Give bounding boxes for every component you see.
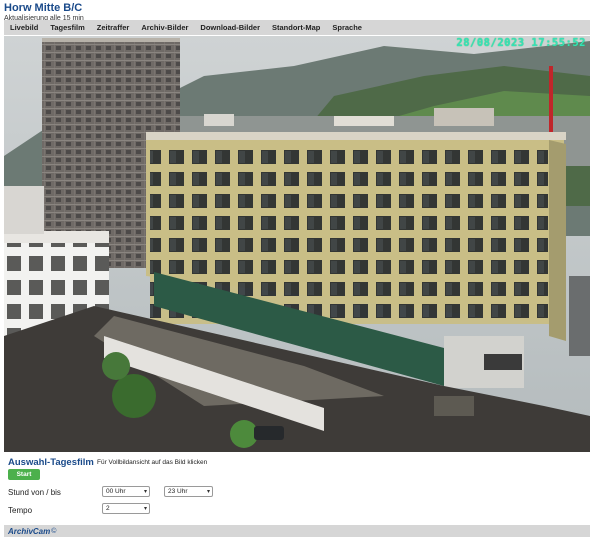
page-title: Horw Mitte B/C (4, 2, 83, 14)
archivcam-logo[interactable]: ArchivCam (8, 527, 50, 536)
chevron-down-icon: ▾ (143, 489, 147, 495)
hour-from-value: 00 Uhr (106, 488, 126, 495)
footer-bar: ArchivCam © (4, 525, 590, 537)
nav-archiv-bilder[interactable]: Archiv-Bilder (135, 23, 194, 32)
chevron-down-icon: ▾ (143, 506, 147, 512)
nav-sprache[interactable]: Sprache (326, 23, 368, 32)
tagesfilm-section-title: Auswahl-Tagesfilm (8, 457, 94, 468)
tempo-value: 2 (106, 505, 110, 512)
main-navigation: Livebild Tagesfilm Zeitraffer Archiv-Bil… (4, 20, 590, 35)
tempo-label: Tempo (8, 506, 33, 515)
hour-to-value: 23 Uhr (168, 488, 188, 495)
nav-standort-map[interactable]: Standort-Map (266, 23, 326, 32)
fullscreen-hint: Für Vollbildansicht auf das Bild klicken (97, 459, 208, 466)
start-button[interactable]: Start (8, 469, 40, 480)
copyright-icon: © (51, 527, 57, 535)
chevron-down-icon: ▾ (206, 489, 210, 495)
hour-from-select[interactable]: 00 Uhr ▾ (102, 486, 150, 497)
hour-to-select[interactable]: 23 Uhr ▾ (164, 486, 213, 497)
nav-livebild[interactable]: Livebild (4, 23, 44, 32)
camera-timestamp: 28/08/2023 17:55:52 (456, 37, 586, 49)
webcam-scene (4, 36, 590, 452)
nav-download-bilder[interactable]: Download-Bilder (194, 23, 266, 32)
nav-zeitraffer[interactable]: Zeitraffer (91, 23, 136, 32)
tempo-select[interactable]: 2 ▾ (102, 503, 150, 514)
hours-label: Stund von / bis (8, 488, 61, 497)
webcam-image[interactable]: 28/08/2023 17:55:52 (4, 36, 590, 452)
nav-tagesfilm[interactable]: Tagesfilm (44, 23, 90, 32)
